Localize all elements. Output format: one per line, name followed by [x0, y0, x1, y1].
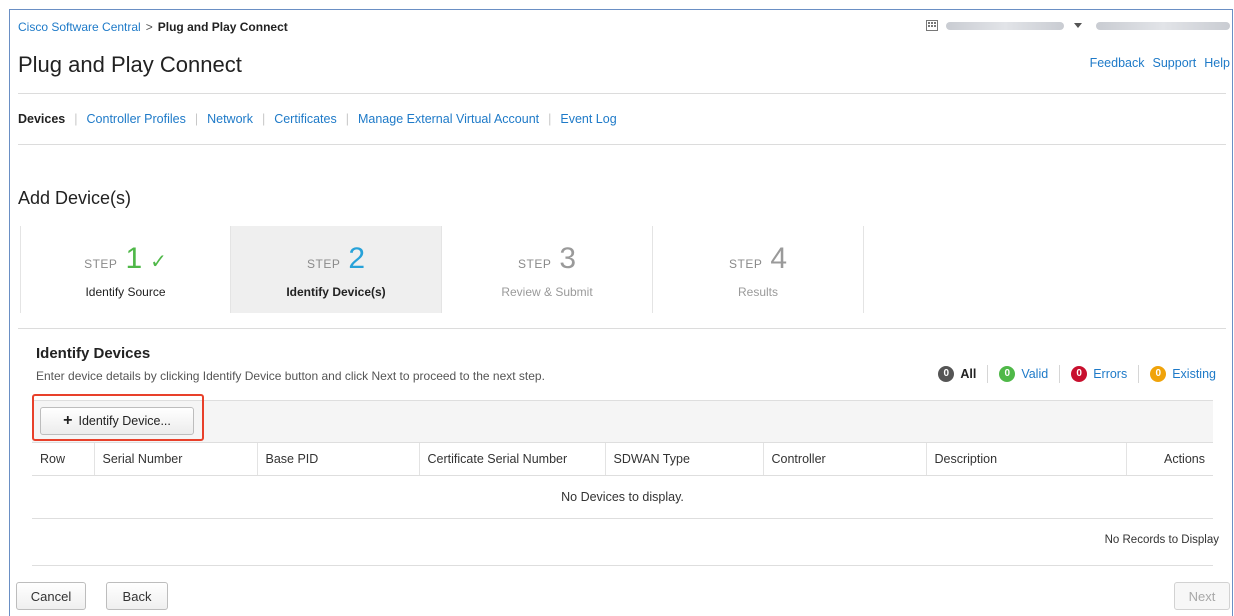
back-button[interactable]: Back: [106, 582, 168, 610]
step-name: Review & Submit: [501, 285, 593, 299]
next-button[interactable]: Next: [1174, 582, 1230, 610]
column-header-sdwan-type[interactable]: SDWAN Type: [604, 442, 763, 476]
tab-controller-profiles[interactable]: Controller Profiles: [87, 112, 186, 126]
account-name-redacted: [946, 21, 1064, 30]
status-filters: 0 All 0 Valid 0 Errors 0 Existing: [938, 365, 1216, 383]
breadcrumb-home-link[interactable]: Cisco Software Central: [18, 20, 141, 34]
column-header-description[interactable]: Description: [925, 442, 1126, 476]
table-toolbar: + Identify Device...: [32, 394, 1213, 442]
chevron-down-icon[interactable]: [1074, 23, 1082, 28]
filter-separator: [1059, 365, 1061, 383]
column-header-row[interactable]: Row: [32, 442, 94, 476]
step-label: STEP: [84, 257, 118, 271]
support-link[interactable]: Support: [1153, 56, 1197, 70]
column-header-certificate-serial-number[interactable]: Certificate Serial Number: [418, 442, 605, 476]
devices-table: Row Serial Number Base PID Certificate S…: [32, 442, 1213, 519]
help-link[interactable]: Help: [1204, 56, 1230, 70]
step-number: 2: [348, 242, 366, 275]
step-number: 1: [125, 242, 143, 275]
tab-separator: |: [548, 112, 552, 126]
column-header-controller[interactable]: Controller: [762, 442, 926, 476]
step-name: Identify Source: [85, 285, 166, 299]
breadcrumb: Cisco Software Central > Plug and Play Con…: [18, 20, 288, 34]
empty-message: No Devices to display.: [32, 475, 1213, 519]
building-icon: [926, 20, 938, 31]
step-name: Identify Device(s): [286, 285, 386, 299]
divider: [18, 93, 1226, 94]
filter-existing[interactable]: 0 Existing: [1150, 366, 1216, 382]
filter-valid[interactable]: 0 Valid: [999, 366, 1048, 382]
step-4: STEP 4 Results: [653, 226, 864, 313]
page-title: Plug and Play Connect: [18, 52, 242, 77]
nav-tabs: Devices | Controller Profiles | Network …: [18, 112, 617, 126]
filter-label: All: [960, 367, 977, 381]
table-header-row: Row Serial Number Base PID Certificate S…: [32, 442, 1213, 476]
filter-label: Valid: [1021, 367, 1049, 381]
tab-network[interactable]: Network: [207, 112, 253, 126]
step-number: 4: [770, 242, 788, 275]
step-label: STEP: [728, 257, 763, 271]
step-label: STEP: [517, 257, 552, 271]
tab-separator: |: [74, 112, 78, 126]
filter-separator: [1138, 365, 1140, 383]
count-badge: 0: [1071, 366, 1088, 382]
filter-separator: [987, 365, 989, 383]
top-links: Feedback Support Help: [1090, 56, 1230, 70]
breadcrumb-separator: >: [145, 20, 153, 34]
tab-event-log[interactable]: Event Log: [560, 112, 616, 126]
breadcrumb-current: Plug and Play Connect: [157, 20, 288, 34]
identify-device-label: Identify Device...: [78, 414, 171, 428]
section-title: Add Device(s): [18, 188, 132, 208]
plus-icon: +: [63, 412, 73, 429]
panel-title: Identify Devices: [36, 345, 151, 362]
wizard-steps: STEP 1 ✓ Identify Source STEP 2 Identify…: [20, 226, 864, 313]
column-header-base-pid[interactable]: Base PID: [256, 442, 419, 476]
divider: [18, 328, 1226, 329]
count-badge: 0: [938, 366, 955, 382]
count-badge: 0: [999, 366, 1016, 382]
step-name: Results: [737, 285, 778, 299]
cancel-button[interactable]: Cancel: [16, 582, 86, 610]
step-number: 3: [559, 242, 577, 275]
user-name-redacted[interactable]: [1096, 21, 1230, 30]
feedback-link[interactable]: Feedback: [1090, 56, 1145, 70]
filter-label: Errors: [1093, 367, 1128, 381]
step-2: STEP 2 Identify Device(s): [231, 226, 442, 313]
filter-errors[interactable]: 0 Errors: [1071, 366, 1127, 382]
count-badge: 0: [1150, 366, 1167, 382]
column-header-actions: Actions: [1125, 442, 1213, 476]
tab-separator: |: [261, 112, 266, 126]
column-header-serial-number[interactable]: Serial Number: [93, 442, 257, 476]
checkmark-icon: ✓: [150, 251, 167, 273]
panel-description: Enter device details by clicking Identif…: [36, 369, 545, 383]
step-1: STEP 1 ✓ Identify Source: [20, 226, 231, 313]
tab-certificates[interactable]: Certificates: [274, 112, 337, 126]
table-row: No Devices to display.: [32, 475, 1213, 519]
divider: [32, 565, 1213, 566]
page: Cisco Software Central > Plug and Play Con…: [9, 9, 1233, 616]
step-3: STEP 3 Review & Submit: [442, 226, 653, 313]
tab-separator: |: [345, 112, 349, 126]
step-label: STEP: [306, 257, 341, 271]
tab-separator: |: [194, 112, 199, 126]
divider: [18, 144, 1226, 145]
tab-manage-external-virtual-account[interactable]: Manage External Virtual Account: [358, 112, 539, 126]
filter-label: Existing: [1172, 367, 1216, 381]
tab-devices[interactable]: Devices: [18, 112, 65, 126]
identify-device-button[interactable]: + Identify Device...: [40, 407, 194, 435]
filter-all[interactable]: 0 All: [938, 366, 976, 382]
records-info: No Records to Display: [1104, 534, 1219, 546]
account-selector[interactable]: [926, 20, 1230, 31]
